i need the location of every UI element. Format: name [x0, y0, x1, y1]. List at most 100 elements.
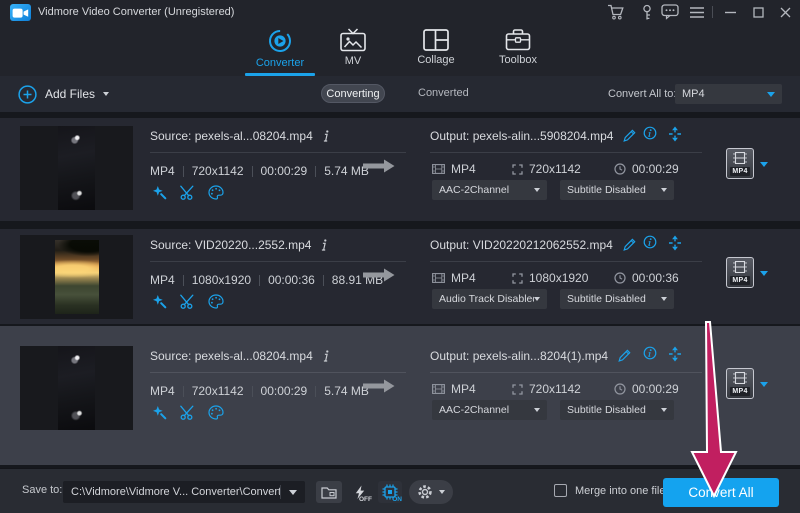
film-icon	[432, 273, 445, 283]
output-format-badge[interactable]: MP4	[726, 148, 754, 179]
chevron-down-icon	[439, 490, 445, 494]
gear-icon	[417, 484, 433, 500]
divider	[150, 372, 406, 373]
row-tools	[152, 185, 224, 200]
edit-wand-icon[interactable]	[152, 405, 167, 420]
hardware-acceleration-toggle[interactable]: ON	[378, 481, 402, 503]
rename-pencil-icon[interactable]	[622, 237, 637, 252]
save-to-label: Save to:	[22, 484, 62, 496]
converting-tab[interactable]: Converting	[321, 84, 385, 103]
window-title: Vidmore Video Converter (Unregistered)	[38, 0, 234, 24]
source-filename: Source: VID20220...2552.mp4	[150, 237, 328, 252]
expand-icon	[512, 164, 523, 175]
badge-film-icon	[733, 372, 747, 384]
compare-icon[interactable]	[668, 346, 682, 362]
subtitle-dropdown[interactable]: Subtitle Disabled	[560, 180, 674, 200]
tab-mv[interactable]: MV	[315, 26, 391, 76]
format-caret-icon[interactable]	[760, 162, 768, 167]
output-info-icon[interactable]	[643, 346, 657, 360]
expand-icon	[512, 273, 523, 284]
output-info-icon[interactable]	[643, 126, 657, 140]
film-icon	[432, 384, 445, 394]
titlebar-separator	[712, 6, 713, 18]
merge-option[interactable]: Merge into one file	[554, 484, 666, 497]
add-files-caret-icon	[103, 92, 109, 96]
compare-icon[interactable]	[668, 235, 682, 251]
cut-scissors-icon[interactable]	[180, 185, 195, 200]
format-caret-icon[interactable]	[760, 271, 768, 276]
minimize-button[interactable]	[717, 0, 743, 24]
effect-palette-icon[interactable]	[208, 405, 224, 420]
converted-tab[interactable]: Converted	[418, 84, 469, 103]
rename-pencil-icon[interactable]	[617, 348, 632, 363]
chevron-down-icon	[534, 297, 540, 301]
output-filename: Output: pexels-alin...5908204.mp4	[430, 128, 637, 143]
effect-palette-icon[interactable]	[208, 185, 224, 200]
file-row[interactable]: Source: VID20220...2552.mp4 MP41080x1920…	[0, 229, 800, 324]
badge-film-icon	[733, 261, 747, 273]
convert-all-button[interactable]: Convert All	[663, 478, 779, 507]
tab-toolbox[interactable]: Toolbox	[480, 26, 556, 76]
source-meta: MP4720x114200:00:295.74 MB	[150, 166, 377, 177]
audio-track-dropdown[interactable]: AAC-2Channel	[432, 180, 547, 200]
source-info-icon[interactable]	[322, 350, 330, 362]
format-caret-icon[interactable]	[760, 382, 768, 387]
file-row[interactable]: Source: pexels-al...08204.mp4 MP4720x114…	[0, 118, 800, 221]
open-folder-button[interactable]	[316, 481, 342, 503]
audio-track-dropdown[interactable]: Audio Track Disabled	[432, 289, 547, 309]
output-format-badge[interactable]: MP4	[726, 257, 754, 288]
output-info-icon[interactable]	[643, 235, 657, 249]
subtitle-dropdown[interactable]: Subtitle Disabled	[560, 400, 674, 420]
edit-wand-icon[interactable]	[152, 185, 167, 200]
maximize-button[interactable]	[745, 0, 771, 24]
store-cart-icon[interactable]	[603, 0, 629, 24]
source-info-icon[interactable]	[322, 130, 330, 142]
global-format-dropdown[interactable]: MP4	[675, 84, 782, 104]
audio-track-dropdown[interactable]: AAC-2Channel	[432, 400, 547, 420]
divider	[430, 152, 702, 153]
high-speed-toggle[interactable]: OFF	[348, 481, 372, 503]
cut-scissors-icon[interactable]	[180, 405, 195, 420]
divider	[430, 372, 702, 373]
expand-icon	[512, 384, 523, 395]
clock-icon	[614, 272, 626, 284]
clock-icon	[614, 163, 626, 175]
video-thumbnail	[20, 346, 133, 430]
file-list: Source: pexels-al...08204.mp4 MP4720x114…	[0, 112, 800, 468]
file-row[interactable]: Source: pexels-al...08204.mp4 MP4 720x114…	[0, 326, 800, 465]
effect-palette-icon[interactable]	[208, 294, 224, 309]
output-filename: Output: pexels-alin...8204(1).mp4	[430, 348, 632, 363]
settings-button[interactable]	[409, 480, 453, 504]
video-thumbnail	[20, 235, 133, 319]
path-caret[interactable]	[281, 490, 305, 495]
clock-icon	[614, 383, 626, 395]
tab-collage[interactable]: Collage	[398, 26, 474, 76]
compare-icon[interactable]	[668, 126, 682, 142]
output-format: MP4	[432, 271, 476, 285]
bottombar: Save to: C:\Vidmore\Vidmore V... Convert…	[0, 468, 800, 513]
mv-icon	[339, 28, 367, 52]
chevron-down-icon	[534, 188, 540, 192]
feedback-chat-icon[interactable]	[657, 0, 683, 24]
save-path-value: C:\Vidmore\Vidmore V... Converter\Conver…	[63, 486, 280, 498]
merge-checkbox[interactable]	[554, 484, 567, 497]
tab-converter[interactable]: Converter	[242, 26, 318, 76]
add-files-button[interactable]: Add Files	[18, 84, 109, 104]
edit-wand-icon[interactable]	[152, 294, 167, 309]
converter-icon	[267, 28, 293, 54]
subtitle-dropdown[interactable]: Subtitle Disabled	[560, 289, 674, 309]
cut-scissors-icon[interactable]	[180, 294, 195, 309]
source-info-icon[interactable]	[320, 239, 328, 251]
output-filename: Output: VID20220212062552.mp4	[430, 237, 637, 252]
rename-pencil-icon[interactable]	[622, 128, 637, 143]
toolbox-icon	[505, 28, 531, 51]
save-path-dropdown[interactable]: C:\Vidmore\Vidmore V... Converter\Conver…	[63, 481, 305, 503]
close-button[interactable]	[772, 0, 798, 24]
chevron-down-icon	[289, 490, 297, 495]
output-duration: 00:00:29	[614, 382, 679, 396]
output-format-badge[interactable]: MP4	[726, 368, 754, 399]
output-resolution: 720x1142	[512, 382, 581, 396]
source-filename: Source: pexels-al...08204.mp4	[150, 348, 330, 363]
video-thumbnail	[20, 126, 133, 210]
menu-icon[interactable]	[684, 0, 710, 24]
